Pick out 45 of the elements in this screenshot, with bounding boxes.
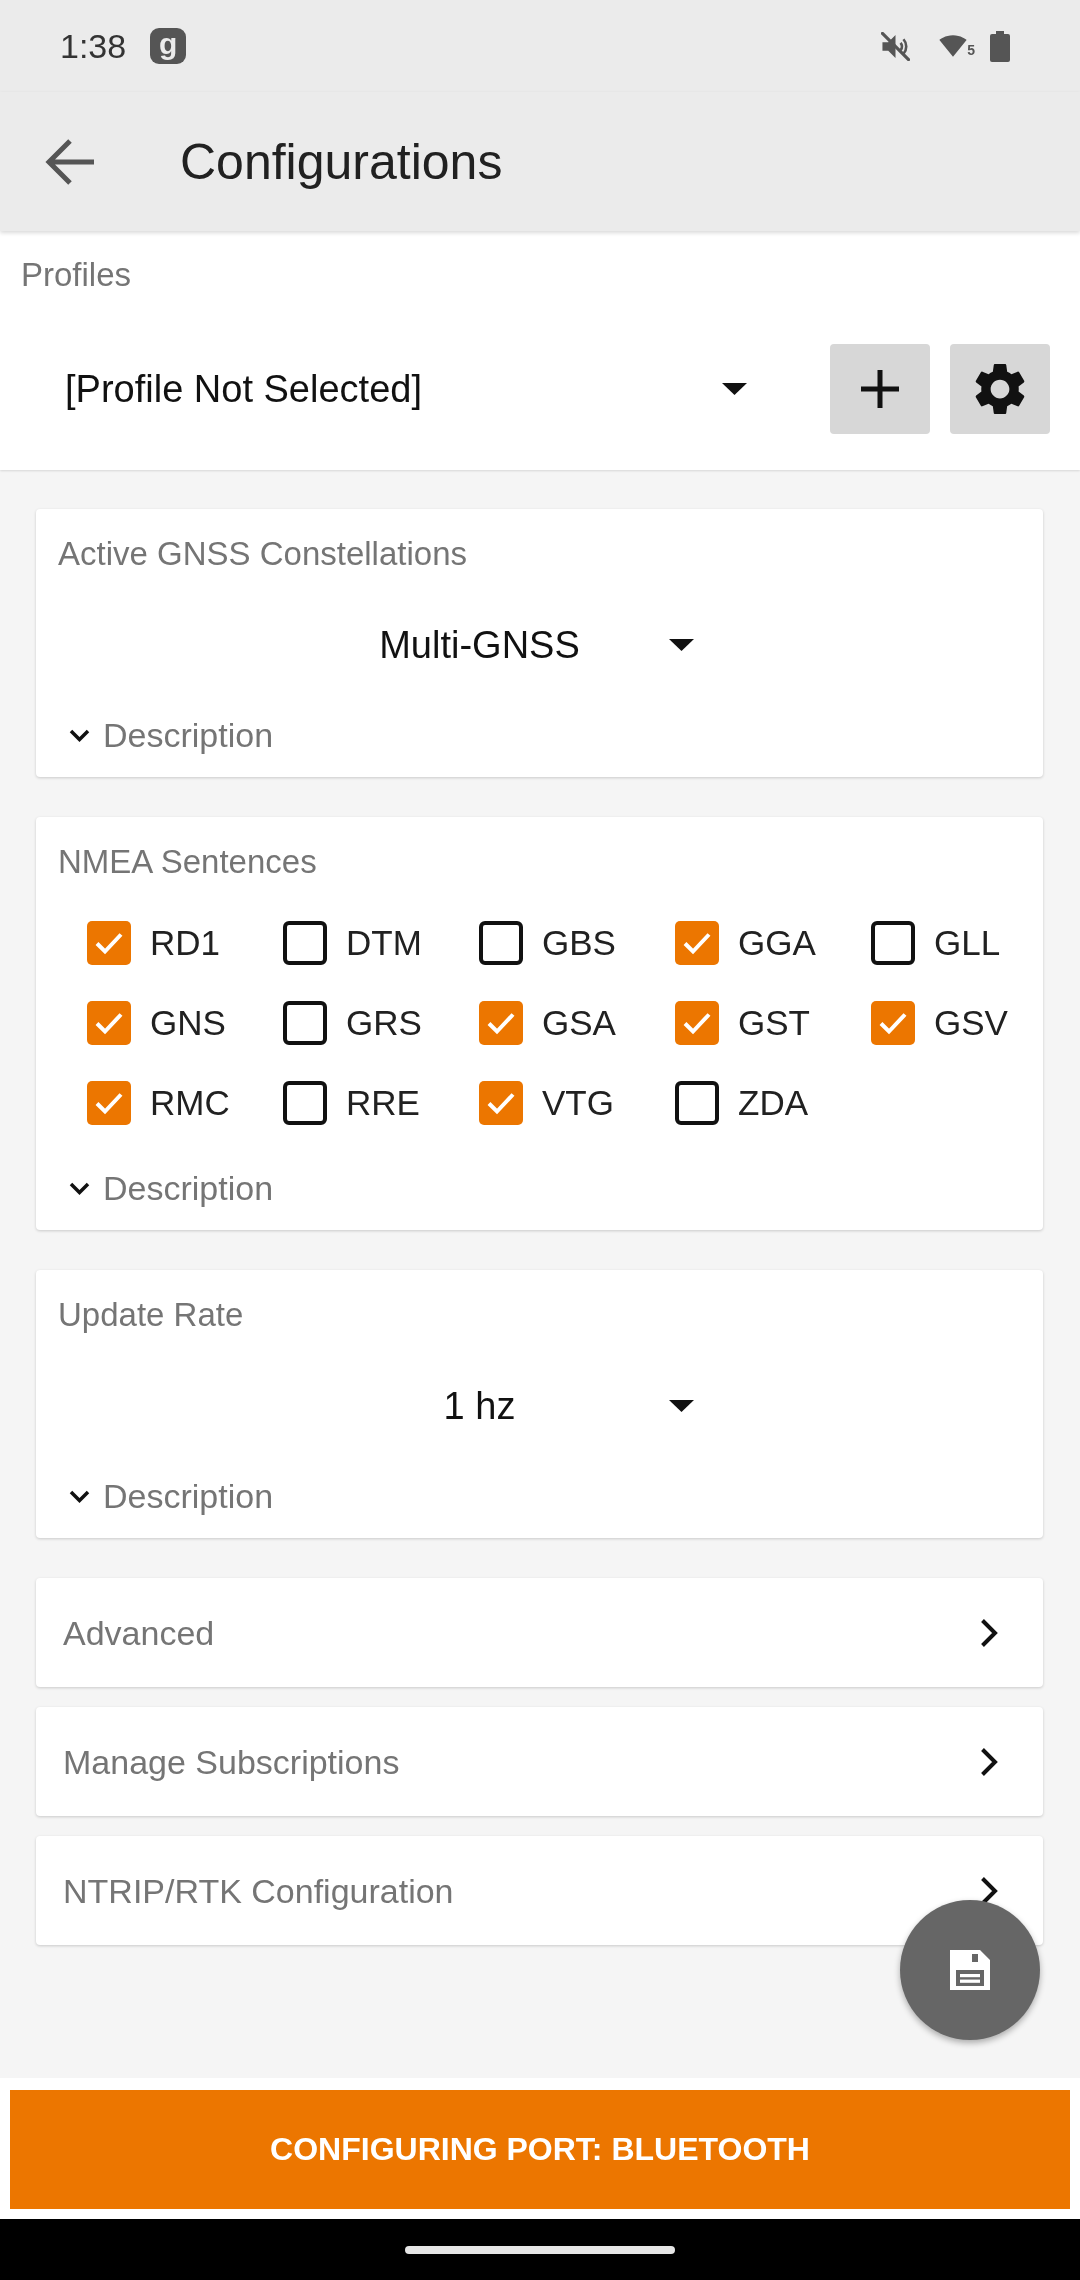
nmea-checkbox[interactable]: VTG xyxy=(479,1063,675,1143)
mute-icon xyxy=(881,31,911,61)
chevron-right-icon xyxy=(980,1618,999,1648)
settings-button[interactable] xyxy=(950,344,1050,434)
back-arrow-icon[interactable] xyxy=(45,137,96,186)
nmea-checkbox[interactable]: GNS xyxy=(87,983,283,1063)
profile-dropdown[interactable]: [Profile Not Selected] xyxy=(21,344,800,434)
wifi-icon xyxy=(939,35,968,57)
nmea-checkbox[interactable]: GLL xyxy=(871,903,1067,983)
nmea-checkbox[interactable]: GSV xyxy=(871,983,1067,1063)
save-icon xyxy=(950,1950,990,1990)
wifi-band-label: 5 xyxy=(967,43,975,57)
nmea-checkbox[interactable]: GST xyxy=(675,983,871,1063)
nmea-checkbox[interactable]: DTM xyxy=(283,903,479,983)
nmea-checkbox[interactable]: GRS xyxy=(283,983,479,1063)
add-profile-button[interactable] xyxy=(830,344,930,434)
section-title: NMEA Sentences xyxy=(58,842,318,882)
section-title: Update Rate xyxy=(58,1295,245,1335)
section-title: Profiles xyxy=(21,255,133,295)
caret-icon xyxy=(668,1400,694,1412)
nmea-checkbox[interactable]: RMC xyxy=(87,1063,283,1143)
nmea-checkbox[interactable]: GSA xyxy=(479,983,675,1063)
description-toggle[interactable]: Description xyxy=(69,705,274,765)
description-toggle[interactable]: Description xyxy=(69,1158,274,1218)
screen-title: Configurations xyxy=(180,132,503,192)
settings-icon xyxy=(975,364,1025,414)
description-toggle[interactable]: Description xyxy=(69,1466,274,1526)
dropdown[interactable]: 1 hz xyxy=(369,1366,710,1446)
battery-icon xyxy=(990,30,1010,62)
nmea-checkbox[interactable]: RRE xyxy=(283,1063,479,1143)
caret-icon xyxy=(722,383,747,395)
nmea-checkbox[interactable]: RD1 xyxy=(87,903,283,983)
chevron-right-icon xyxy=(980,1747,999,1777)
navigation-row[interactable]: NTRIP/RTK Configuration xyxy=(36,1836,1043,1945)
navigation-row[interactable]: Advanced xyxy=(36,1578,1043,1687)
notification-icon: g xyxy=(150,28,187,64)
dropdown[interactable]: Multi-GNSS xyxy=(369,605,710,685)
navigation-row[interactable]: Manage Subscriptions xyxy=(36,1707,1043,1816)
nmea-checkbox[interactable]: GGA xyxy=(675,903,871,983)
section-title: Active GNSS Constellations xyxy=(58,534,468,574)
nmea-checkbox[interactable]: ZDA xyxy=(675,1063,871,1143)
status-time: 1:38 xyxy=(60,26,127,66)
plus-icon xyxy=(861,370,899,408)
caret-icon xyxy=(668,639,694,651)
nmea-checkbox[interactable]: GBS xyxy=(479,903,675,983)
